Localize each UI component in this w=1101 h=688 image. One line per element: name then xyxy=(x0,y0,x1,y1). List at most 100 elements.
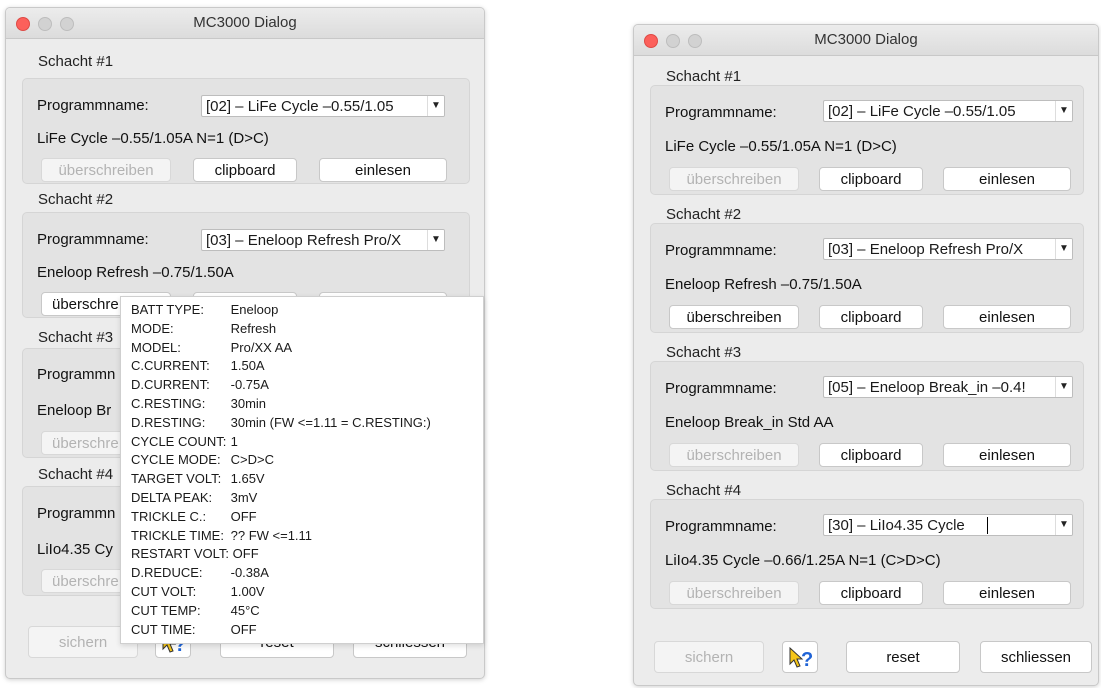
slot-1-label: Schacht #1 xyxy=(38,53,114,70)
slot-1-overwrite-button[interactable]: überschreiben xyxy=(41,158,171,182)
slot-1-program-select[interactable]: [02] – LiFe Cycle –0.55/1.05 ▼ xyxy=(823,100,1073,122)
tooltip-row: D.CURRENT: -0.75A xyxy=(131,377,269,392)
tooltip-row: CUT TEMP: 45°C xyxy=(131,603,260,618)
close-button[interactable]: schliessen xyxy=(980,641,1092,673)
tooltip-row: BATT TYPE: Eneloop xyxy=(131,302,278,317)
save-button[interactable]: sichern xyxy=(654,641,764,673)
slot-4-program-select[interactable]: [30] – LiIo4.35 Cycle ▼ xyxy=(823,514,1073,536)
slot-2-panel: Programmname: [03] – Eneloop Refresh Pro… xyxy=(650,223,1084,333)
slot-1-read-button[interactable]: einlesen xyxy=(943,167,1071,191)
tooltip-key: D.REDUCE: xyxy=(131,565,203,581)
slot-3-info: Eneloop Br xyxy=(37,402,112,419)
program-label: Programmname: xyxy=(665,104,777,121)
chevron-down-icon[interactable]: ▼ xyxy=(1055,101,1072,121)
program-label: Programmname: xyxy=(665,380,777,397)
window-title: MC3000 Dialog xyxy=(193,14,297,31)
tooltip-value: ?? FW <=1.11 xyxy=(230,527,313,543)
slot-2-label: Schacht #2 xyxy=(666,206,742,223)
program-label: Programmname: xyxy=(665,518,777,535)
slot-2-program-select[interactable]: [03] – Eneloop Refresh Pro/X ▼ xyxy=(201,229,445,251)
tooltip-key: TRICKLE C.: xyxy=(131,508,207,524)
tooltip-key: C.RESTING: xyxy=(131,396,206,411)
slot-4-label: Schacht #4 xyxy=(38,466,114,483)
tooltip-key: CUT VOLT: xyxy=(131,584,197,599)
tooltip-value: Refresh xyxy=(230,320,277,336)
tooltip-value: 1.65V xyxy=(230,471,265,487)
tooltip-row: CYCLE MODE: C>D>C xyxy=(131,452,274,467)
chevron-down-icon[interactable]: ▼ xyxy=(1055,377,1072,397)
tooltip-value: Eneloop xyxy=(230,302,279,317)
tooltip-key: CUT TIME: xyxy=(131,621,196,637)
slot-1-overwrite-button[interactable]: überschreiben xyxy=(669,167,799,191)
tooltip-value: OFF xyxy=(230,621,257,637)
right-dialog-window: MC3000 Dialog Schacht #1 Programmname: [… xyxy=(633,24,1099,686)
tooltip-value: Pro/XX AA xyxy=(230,339,293,355)
title-bar[interactable]: MC3000 Dialog xyxy=(6,8,484,39)
slot-3-overwrite-button[interactable]: überschreiben xyxy=(669,443,799,467)
help-pointer-icon: ? xyxy=(789,646,813,671)
slot-3-clipboard-button[interactable]: clipboard xyxy=(819,443,923,467)
chevron-down-icon[interactable]: ▼ xyxy=(1055,239,1072,259)
slot-2-label: Schacht #2 xyxy=(38,191,114,208)
slot-1-read-button[interactable]: einlesen xyxy=(319,158,447,182)
slot-1-clipboard-button[interactable]: clipboard xyxy=(193,158,297,182)
title-bar[interactable]: MC3000 Dialog xyxy=(634,25,1098,56)
tooltip-row: TRICKLE TIME: ?? FW <=1.11 xyxy=(131,528,312,543)
tooltip-row: C.CURRENT: 1.50A xyxy=(131,358,265,373)
chevron-down-icon[interactable]: ▼ xyxy=(427,96,444,116)
slot-3-label: Schacht #3 xyxy=(38,329,114,346)
program-label: Programmname: xyxy=(37,97,149,114)
slot-1-label: Schacht #1 xyxy=(666,68,742,85)
tooltip-key: D.RESTING: xyxy=(131,414,206,430)
tooltip-key: C.CURRENT: xyxy=(131,358,210,374)
tooltip-row: MODEL: Pro/XX AA xyxy=(131,340,292,355)
slot-3-panel: Programmname: [05] – Eneloop Break_in –0… xyxy=(650,361,1084,471)
tooltip-row: C.RESTING: 30min xyxy=(131,396,266,411)
slot-3-read-button[interactable]: einlesen xyxy=(943,443,1071,467)
tooltip-value: 1.50A xyxy=(230,358,265,374)
slot-1-program-select[interactable]: [02] – LiFe Cycle –0.55/1.05 ▼ xyxy=(201,95,445,117)
slot-2-clipboard-button[interactable]: clipboard xyxy=(819,305,923,329)
slot-4-overwrite-button[interactable]: überschreiben xyxy=(669,581,799,605)
slot-3-label: Schacht #3 xyxy=(666,344,742,361)
text-cursor xyxy=(987,517,988,534)
slot-4-clipboard-button[interactable]: clipboard xyxy=(819,581,923,605)
slot-2-read-button[interactable]: einlesen xyxy=(943,305,1071,329)
slot-4-info: LiIo4.35 Cy xyxy=(37,541,113,558)
slot-4-read-button[interactable]: einlesen xyxy=(943,581,1071,605)
tooltip-key: CYCLE COUNT: xyxy=(131,433,227,449)
program-label: Programmname: xyxy=(37,231,149,248)
tooltip-row: CYCLE COUNT: 1 xyxy=(131,434,238,449)
slot-4-program-value: [30] – LiIo4.35 Cycle xyxy=(828,517,965,534)
tooltip-key: BATT TYPE: xyxy=(131,302,204,317)
slot-3-program-select[interactable]: [05] – Eneloop Break_in –0.4! ▼ xyxy=(823,376,1073,398)
tooltip-key: D.CURRENT: xyxy=(131,377,210,393)
chevron-down-icon[interactable]: ▼ xyxy=(427,230,444,250)
tooltip-value: 1.00V xyxy=(230,584,265,599)
slot-4-label: Schacht #4 xyxy=(666,482,742,499)
tooltip-key: DELTA PEAK: xyxy=(131,490,213,505)
program-label: Programmname: xyxy=(665,242,777,259)
tooltip-row: TRICKLE C.: OFF xyxy=(131,509,257,524)
tooltip-key: TRICKLE TIME: xyxy=(131,527,224,543)
tooltip-value: C>D>C xyxy=(230,452,274,468)
help-button[interactable]: ? xyxy=(782,641,818,673)
tooltip-row: RESTART VOLT: OFF xyxy=(131,546,259,561)
tooltip-value: 3mV xyxy=(230,490,258,505)
chevron-down-icon[interactable]: ▼ xyxy=(1055,515,1072,535)
slot-2-program-value: [03] – Eneloop Refresh Pro/X xyxy=(206,232,402,249)
tooltip-key: TARGET VOLT: xyxy=(131,471,222,487)
reset-button[interactable]: reset xyxy=(846,641,960,673)
slot-2-program-select[interactable]: [03] – Eneloop Refresh Pro/X ▼ xyxy=(823,238,1073,260)
slot-2-info: Eneloop Refresh –0.75/1.50A xyxy=(37,264,234,281)
tooltip-row: MODE: Refresh xyxy=(131,321,276,336)
slot-2-info: Eneloop Refresh –0.75/1.50A xyxy=(665,276,862,293)
slot-1-info: LiFe Cycle –0.55/1.05A N=1 (D>C) xyxy=(37,130,269,147)
slot-1-clipboard-button[interactable]: clipboard xyxy=(819,167,923,191)
tooltip-value: 1 xyxy=(230,433,238,449)
tooltip-value: 45°C xyxy=(230,602,260,618)
slot-1-info: LiFe Cycle –0.55/1.05A N=1 (D>C) xyxy=(665,138,897,155)
slot-2-overwrite-button[interactable]: überschreiben xyxy=(669,305,799,329)
slot-1-program-value: [02] – LiFe Cycle –0.55/1.05 xyxy=(828,103,1016,120)
tooltip-value: OFF xyxy=(230,508,257,524)
